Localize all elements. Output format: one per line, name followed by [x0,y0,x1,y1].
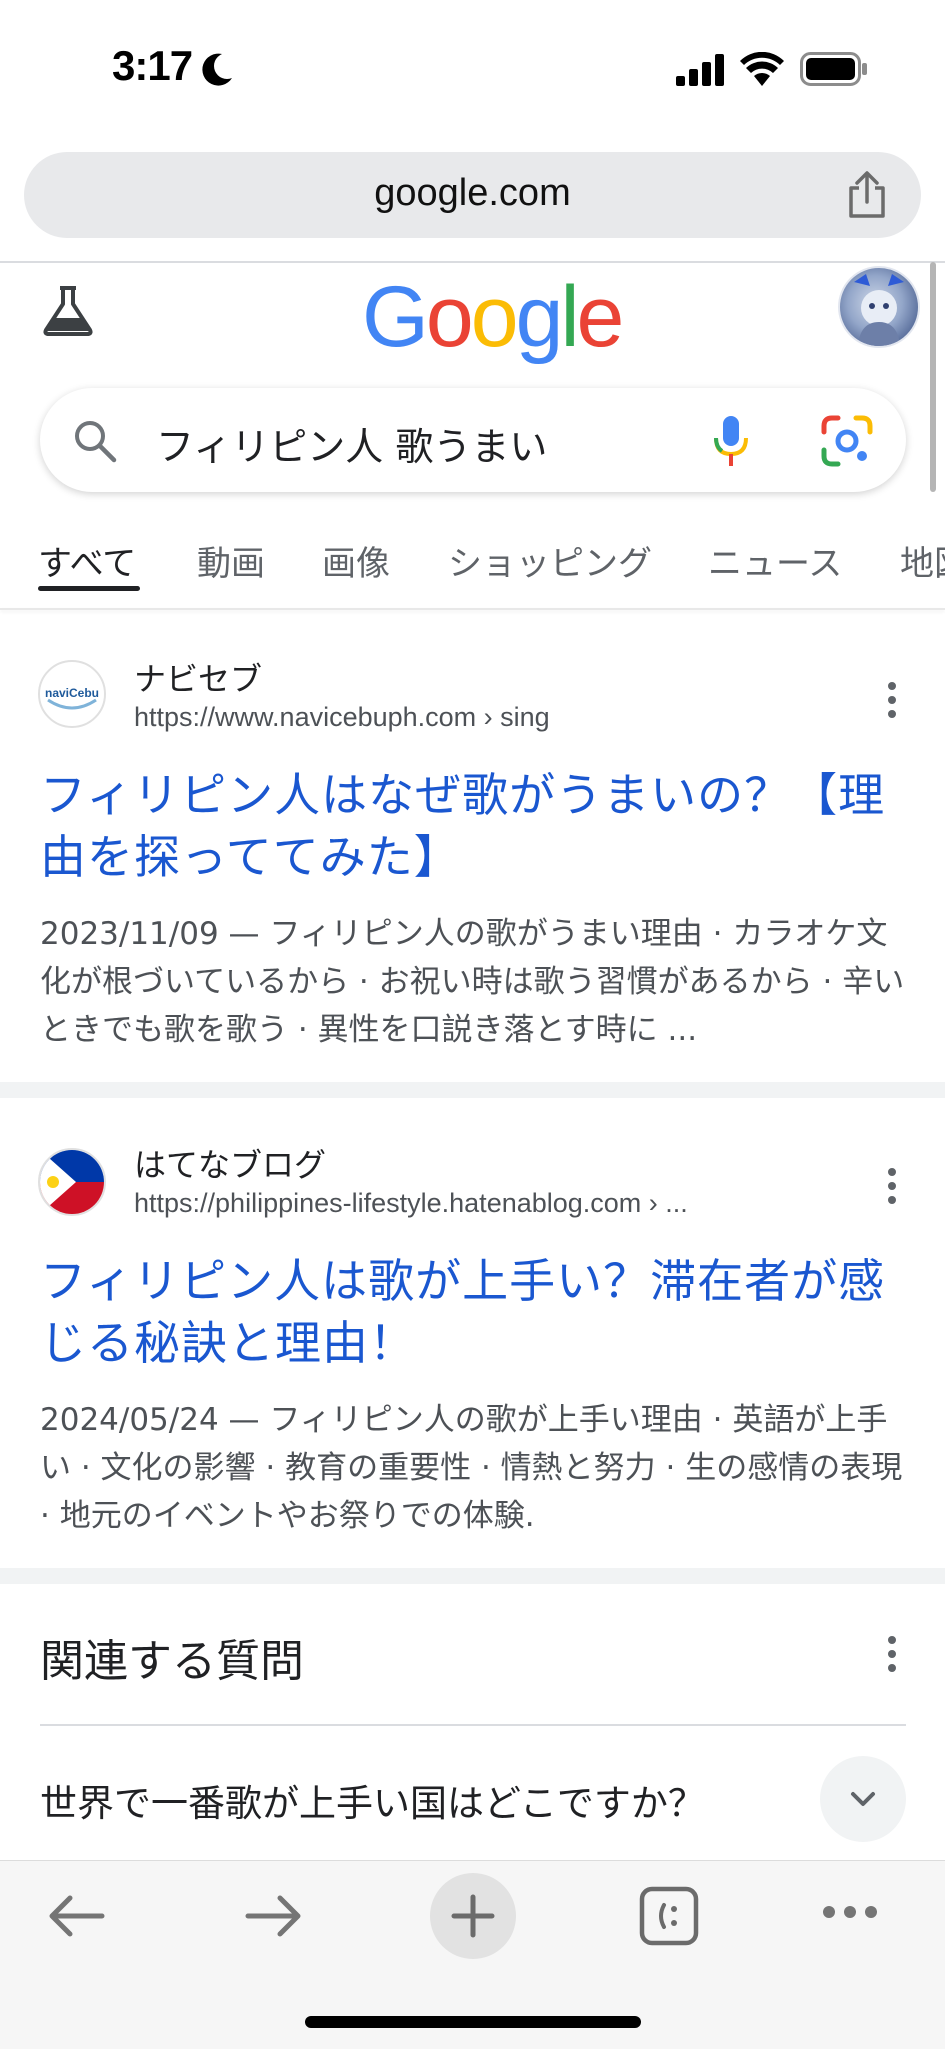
related-question-item[interactable]: 世界で一番歌が上手い国はどこですか？ [40,1773,705,1827]
cellular-signal-icon [676,54,724,86]
toolbar-divider [0,261,945,263]
result-snippet: 2024/05/24 — フィリピン人の歌が上手い理由 · 英語が上手い · 文… [40,1396,910,1540]
more-options-icon[interactable] [887,682,897,718]
logo-letter: g [515,269,564,365]
microphone-icon[interactable] [710,414,752,468]
back-arrow-icon[interactable] [46,1891,106,1941]
tab-shopping[interactable]: ショッピング [448,536,652,585]
logo-letter: G [362,269,429,365]
result-date: 2024/05/24 [40,1402,219,1438]
result-snippet: 2023/11/09 — フィリピン人の歌がうまい理由 · カラオケ文化が根づい… [40,910,910,1054]
logo-letter: e [576,269,625,365]
battery-icon [800,52,867,86]
address-bar[interactable]: google.com [24,152,921,238]
navicebu-logo-icon: naviCebu [42,664,102,724]
search-icon [75,421,117,463]
tab-switcher-icon[interactable] [638,1885,700,1947]
tab-videos[interactable]: 動画 [197,536,265,585]
more-menu-icon[interactable] [822,1905,878,1919]
forward-arrow-icon[interactable] [244,1891,304,1941]
tab-all[interactable]: すべて [38,536,136,585]
search-result: はてなブログ https://philippines-lifestyle.hat… [0,1126,945,1566]
new-tab-button[interactable] [430,1873,516,1959]
active-tab-indicator [38,586,140,591]
plus-icon [451,1894,495,1938]
site-name[interactable]: はてなブログ [134,1140,326,1186]
moon-icon [202,53,232,86]
search-result: naviCebu ナビセブ https://www.navicebuph.com… [0,640,945,1080]
tabs-divider [0,608,945,610]
result-separator [0,1568,945,1584]
url-path: › sing [476,702,550,732]
related-questions-divider [40,1724,906,1726]
result-separator [0,1082,945,1098]
more-options-icon[interactable] [887,1168,897,1204]
google-lens-icon[interactable] [820,414,874,468]
site-favicon[interactable]: naviCebu [38,660,106,728]
logo-letter: o [470,269,519,365]
logo-letter: o [425,269,474,365]
chevron-down-icon [851,1792,875,1806]
site-url[interactable]: https://philippines-lifestyle.hatenablog… [134,1188,688,1219]
site-name[interactable]: ナビセブ [134,654,262,700]
url-domain: https://www.navicebuph.com [134,702,477,732]
labs-flask-icon[interactable] [40,284,96,336]
home-indicator[interactable] [305,2016,641,2028]
philippine-flag-icon [40,1150,104,1214]
related-questions-title: 関連する質問 [40,1636,304,1687]
search-box[interactable]: フィリピン人 歌うまい [40,388,906,492]
account-avatar[interactable] [838,266,920,348]
status-bar: 3:17 [0,0,945,130]
logo-letter: l [560,269,579,365]
url-text[interactable]: google.com [24,172,921,215]
wifi-icon [740,52,784,86]
site-favicon[interactable] [38,1148,106,1216]
status-time: 3:17 [112,42,193,89]
date-separator: — [218,1402,270,1438]
favicon-text: naviCebu [45,686,99,700]
tab-images[interactable]: 画像 [322,536,390,585]
tab-maps[interactable]: 地図 [900,536,945,585]
site-url[interactable]: https://www.navicebuph.com › sing [134,702,550,733]
date-separator: — [218,916,270,952]
avatar-image [854,274,904,346]
url-path: › ... [641,1188,688,1218]
share-icon[interactable] [843,170,891,220]
expand-question-button[interactable] [820,1756,906,1842]
scrollbar[interactable] [930,262,936,492]
url-domain: https://philippines-lifestyle.hatenablog… [134,1188,642,1218]
tab-news[interactable]: ニュース [708,536,842,585]
result-title-link[interactable]: フィリピン人はなぜ歌がうまいの？【理由を探っててみた】 [40,764,910,888]
result-title-link[interactable]: フィリピン人は歌が上手い？滞在者が感じる秘訣と理由！ [40,1250,910,1374]
result-date: 2023/11/09 [40,916,219,952]
search-input[interactable]: フィリピン人 歌うまい [156,416,547,471]
more-options-icon[interactable] [887,1636,897,1672]
google-logo[interactable]: Google [362,268,625,367]
